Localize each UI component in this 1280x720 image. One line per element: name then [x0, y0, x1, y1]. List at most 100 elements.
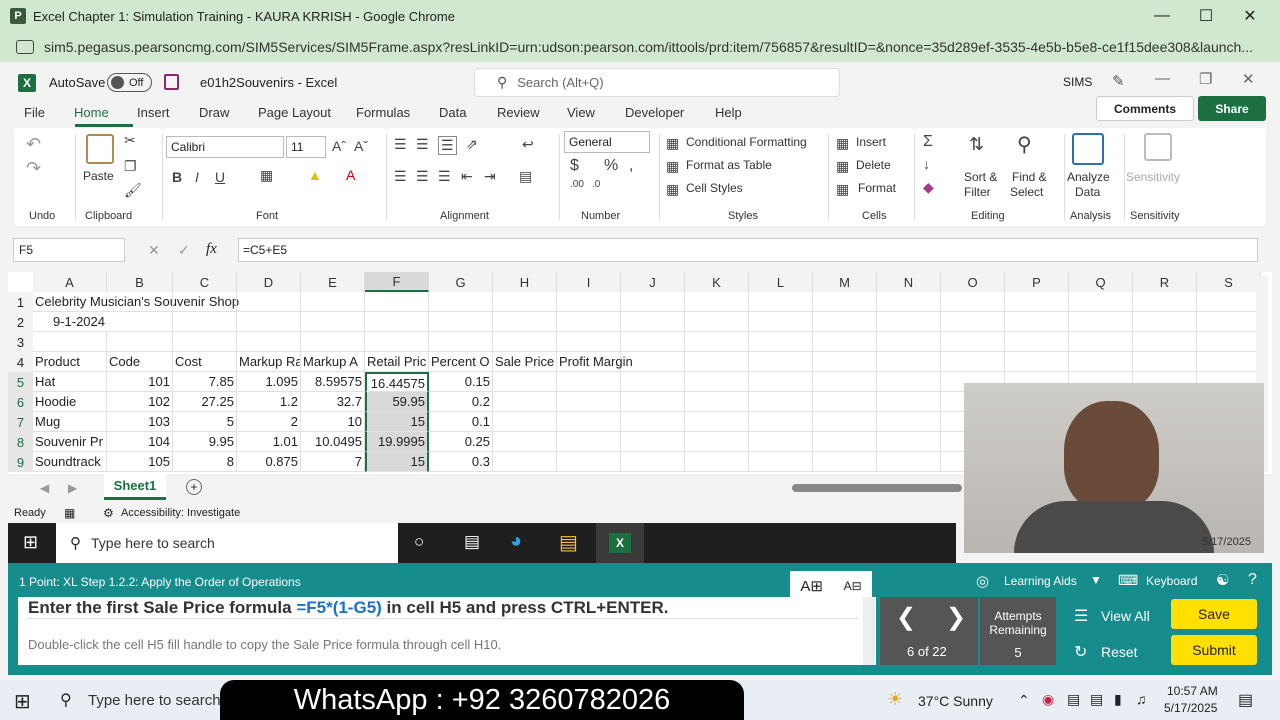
cancel-icon[interactable]: ✕	[148, 242, 160, 259]
cell-c9[interactable]: 8	[173, 452, 237, 472]
cell-h5[interactable]	[493, 372, 557, 392]
cell-i3[interactable]	[557, 332, 621, 352]
clear-icon[interactable]: ◆	[923, 179, 934, 196]
cell-c2[interactable]	[173, 312, 237, 332]
sheet-tab-sheet1[interactable]: Sheet1	[104, 474, 166, 500]
cell-j2[interactable]	[621, 312, 685, 332]
underline-icon[interactable]: U	[215, 169, 225, 185]
taskbar-search-box[interactable]: ⚲ Type here to search	[56, 523, 398, 563]
decrease-text-icon[interactable]: A⊟	[844, 579, 862, 593]
cell-p1[interactable]	[1005, 292, 1069, 312]
sensitivity-button[interactable]: Sensitivity	[1126, 170, 1180, 184]
tab-file[interactable]: File	[24, 105, 45, 120]
cell-f6[interactable]: 59.95	[365, 392, 429, 412]
cell-q2[interactable]	[1069, 312, 1133, 332]
excel-minimize-icon[interactable]: —	[1155, 70, 1170, 87]
column-header-g[interactable]: G	[429, 272, 493, 292]
tab-help[interactable]: Help	[715, 105, 742, 120]
increase-indent-icon[interactable]: ⇥	[484, 168, 496, 185]
align-top-icon[interactable]: ☰	[394, 136, 407, 153]
cell-n5[interactable]	[877, 372, 941, 392]
cell-j6[interactable]	[621, 392, 685, 412]
column-header-b[interactable]: B	[107, 272, 173, 292]
cell-m3[interactable]	[813, 332, 877, 352]
row-header[interactable]: 2	[8, 312, 33, 332]
keyboard-button[interactable]: Keyboard	[1146, 574, 1197, 588]
analyze-data-label-2[interactable]: Data	[1075, 185, 1100, 199]
minimize-icon[interactable]: —	[1139, 0, 1185, 32]
cell-k1[interactable]	[685, 292, 749, 312]
cell-k4[interactable]	[685, 352, 749, 372]
cell-i2[interactable]	[557, 312, 621, 332]
cell-c7[interactable]: 5	[173, 412, 237, 432]
cell-j4[interactable]	[621, 352, 685, 372]
cell-s1[interactable]	[1197, 292, 1261, 312]
find-select-label-2[interactable]: Select	[1010, 185, 1043, 199]
cell-m1[interactable]	[813, 292, 877, 312]
device-icon[interactable]: ▤	[1090, 691, 1103, 708]
sort-filter-label-2[interactable]: Filter	[964, 185, 991, 199]
cell-c8[interactable]: 9.95	[173, 432, 237, 452]
cell-k5[interactable]	[685, 372, 749, 392]
learning-aids-button[interactable]: Learning Aids	[1004, 574, 1077, 588]
cell-d9[interactable]: 0.875	[237, 452, 301, 472]
cell-f7[interactable]: 15	[365, 412, 429, 432]
file-explorer-icon[interactable]: ▤	[559, 530, 578, 555]
cell-a6[interactable]: Hoodie	[33, 392, 107, 412]
column-header-m[interactable]: M	[813, 272, 877, 292]
percent-icon[interactable]: %	[604, 157, 618, 175]
weather-text[interactable]: 37°C Sunny	[918, 693, 993, 709]
cell-e7[interactable]: 10	[301, 412, 365, 432]
cell-j1[interactable]	[621, 292, 685, 312]
cell-d1[interactable]	[237, 292, 301, 312]
horizontal-scrollbar[interactable]	[792, 484, 962, 492]
cell-b5[interactable]: 101	[107, 372, 173, 392]
cell-n2[interactable]	[877, 312, 941, 332]
cell-f4[interactable]: Retail Pric	[365, 352, 429, 372]
taskbar-search-placeholder[interactable]: Type here to search	[88, 692, 221, 709]
merge-center-icon[interactable]: ▤	[519, 168, 532, 185]
column-header-j[interactable]: J	[621, 272, 685, 292]
row-header[interactable]: 1	[8, 292, 33, 312]
fill-color-icon[interactable]: ▲	[308, 167, 322, 183]
cell-e6[interactable]: 32.7	[301, 392, 365, 412]
macro-icon[interactable]: ▦	[64, 506, 75, 520]
close-icon[interactable]: ✕	[1227, 0, 1273, 32]
excel-restore-icon[interactable]: ❐	[1199, 70, 1212, 88]
cell-h2[interactable]	[493, 312, 557, 332]
cell-m6[interactable]	[813, 392, 877, 412]
delete-cells-button[interactable]: Delete	[856, 158, 891, 172]
cell-g2[interactable]	[429, 312, 493, 332]
cell-s4[interactable]	[1197, 352, 1261, 372]
instruction-scrollbar[interactable]	[863, 597, 875, 665]
cell-m2[interactable]	[813, 312, 877, 332]
cell-r2[interactable]	[1133, 312, 1197, 332]
decrease-decimal-icon[interactable]: .0	[592, 179, 600, 190]
cell-m5[interactable]	[813, 372, 877, 392]
cell-a5[interactable]: Hat	[33, 372, 107, 392]
cell-r1[interactable]	[1133, 292, 1197, 312]
battery-icon[interactable]: ▮	[1114, 691, 1122, 708]
network-icon[interactable]: ▤	[1067, 691, 1080, 708]
cell-r3[interactable]	[1133, 332, 1197, 352]
help-icon[interactable]: ?	[1248, 571, 1257, 589]
cell-s2[interactable]	[1197, 312, 1261, 332]
next-icon[interactable]: ❯	[946, 603, 966, 632]
cell-h8[interactable]	[493, 432, 557, 452]
cell-i7[interactable]	[557, 412, 621, 432]
cell-o4[interactable]	[941, 352, 1005, 372]
cell-g3[interactable]	[429, 332, 493, 352]
fill-icon[interactable]: ↓	[923, 156, 930, 172]
cell-d7[interactable]: 2	[237, 412, 301, 432]
cell-p3[interactable]	[1005, 332, 1069, 352]
borders-icon[interactable]: ▦	[260, 167, 273, 184]
cell-g5[interactable]: 0.15	[429, 372, 493, 392]
cell-k6[interactable]	[685, 392, 749, 412]
cell-n3[interactable]	[877, 332, 941, 352]
cell-c5[interactable]: 7.85	[173, 372, 237, 392]
column-header-a[interactable]: A	[33, 272, 107, 292]
cell-d4[interactable]: Markup Ra	[237, 352, 301, 372]
notifications-icon[interactable]: ▤	[1238, 690, 1253, 710]
site-settings-icon[interactable]	[16, 40, 34, 54]
enter-icon[interactable]: ✓	[178, 242, 190, 259]
